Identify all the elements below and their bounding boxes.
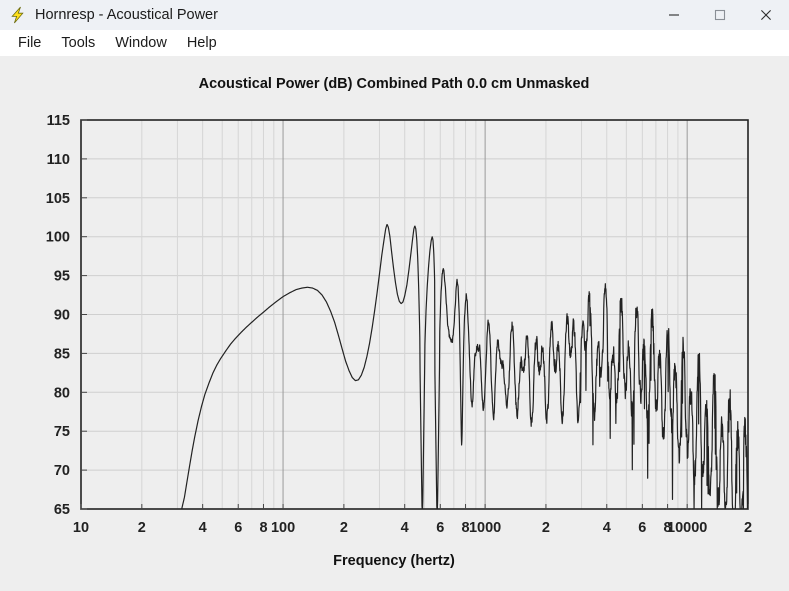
x-tick-label: 2 [138,520,146,536]
menu-item-tools[interactable]: Tools [51,33,105,53]
y-tick-label: 85 [54,346,70,362]
x-axis-label: Frequency (hertz) [333,553,455,569]
acoustical-power-chart: Acoustical Power (dB) Combined Path 0.0 … [46,76,752,569]
maximize-button[interactable] [697,0,743,30]
y-tick-label: 75 [54,424,70,440]
close-button[interactable] [743,0,789,30]
title-bar: Hornresp - Acoustical Power [0,0,789,30]
y-tick-label: 80 [54,385,70,401]
y-tick-label: 70 [54,463,70,479]
x-tick-label: 1000 [469,520,501,536]
x-tick-label: 6 [234,520,242,536]
hornresp-window: Hornresp - Acoustical Power File Tools W… [0,0,789,591]
y-tick-label: 105 [46,191,70,207]
chart-title: Acoustical Power (dB) Combined Path 0.0 … [199,76,590,92]
x-tick-label: 6 [638,520,646,536]
menu-item-window[interactable]: Window [105,33,177,53]
x-tick-label: 6 [436,520,444,536]
x-tick-label: 4 [199,520,207,536]
x-tick-label: 4 [603,520,611,536]
x-tick-label: 100 [271,520,295,536]
minimize-button[interactable] [651,0,697,30]
chart-title-group: Acoustical Power (dB) Combined Path 0.0 … [199,76,590,92]
menu-item-help[interactable]: Help [177,33,227,53]
menu-bar: File Tools Window Help [0,30,789,56]
y-tick-label: 110 [47,152,70,168]
x-tick-label: 4 [401,520,409,536]
menu-item-file[interactable]: File [8,33,51,53]
y-tick-label: 115 [47,113,70,129]
y-tick-label: 65 [54,502,70,518]
response-curve [181,224,748,509]
y-tick-label: 100 [46,230,70,246]
chart-client-area: Acoustical Power (dB) Combined Path 0.0 … [0,56,789,591]
y-tick-label: 90 [54,308,70,324]
y-tick-label: 95 [54,269,70,285]
x-tick-label: 10 [73,520,89,536]
x-tick-label: 10000 [667,520,707,536]
x-tick-label: 2 [542,520,550,536]
axis-labels-layer: 6570758085909510010511011510 2 4 6 8 100 2 4 6 8 1… [46,113,752,536]
x-tick-label: 8 [259,520,267,536]
lightning-bolt-icon [8,5,28,25]
series-curve-layer [181,224,748,509]
window-controls [651,0,789,30]
x-tick-label: 2 [340,520,348,536]
x-tick-label: 2 [744,520,752,536]
window-title: Hornresp - Acoustical Power [35,7,218,23]
